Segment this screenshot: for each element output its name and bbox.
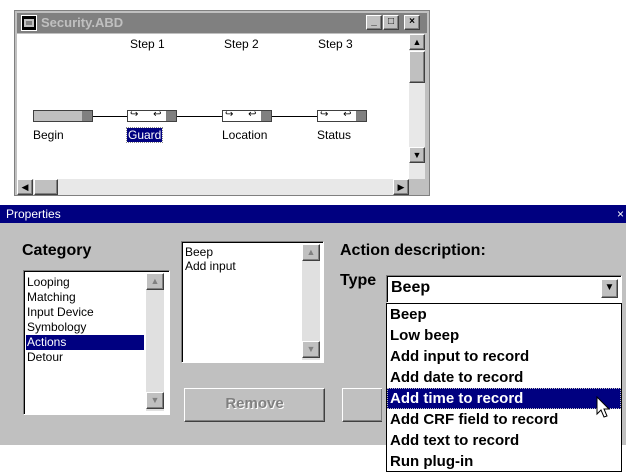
- step-header-1: Step 1: [130, 37, 165, 51]
- port-arrows-icon: ↪ ↩: [130, 109, 168, 120]
- node-label-status: Status: [317, 128, 352, 142]
- minimize-button[interactable]: _: [366, 15, 382, 30]
- close-icon[interactable]: ×: [617, 205, 624, 223]
- connector-line: [93, 116, 127, 117]
- step-header-3: Step 3: [318, 37, 353, 51]
- action-scrollbar[interactable]: ▲ ▼: [302, 244, 320, 360]
- properties-titlebar[interactable]: Properties ×: [0, 205, 626, 223]
- type-option[interactable]: Add text to record: [387, 430, 621, 451]
- node-guard[interactable]: ↪ ↩: [127, 109, 177, 122]
- type-option[interactable]: Run plug-in: [387, 451, 621, 472]
- type-option[interactable]: Add date to record: [387, 367, 621, 388]
- type-option[interactable]: Add input to record: [387, 346, 621, 367]
- category-item-actions[interactable]: Actions: [26, 335, 144, 350]
- flow-canvas[interactable]: Step 1 Step 2 Step 3 ↪ ↩ ↪ ↩ ↪ ↩ Begin G…: [17, 34, 409, 179]
- type-option[interactable]: Add CRF field to record: [387, 409, 621, 430]
- vertical-scrollbar[interactable]: ▲ ▼: [409, 34, 425, 179]
- scroll-up-icon[interactable]: ▲: [409, 34, 425, 50]
- type-select-value: Beep: [391, 279, 431, 296]
- scroll-down-icon[interactable]: ▼: [409, 147, 425, 163]
- scroll-right-icon[interactable]: ▶: [393, 179, 409, 195]
- horizontal-scrollbar[interactable]: ◀ ▶: [17, 179, 409, 195]
- type-dropdown-list[interactable]: Beep Low beep Add input to record Add da…: [386, 303, 622, 472]
- category-scrollbar[interactable]: ▲ ▼: [146, 273, 164, 411]
- scroll-thumb[interactable]: [34, 179, 58, 195]
- port-arrows-icon: ↪ ↩: [225, 109, 263, 120]
- connector-line: [177, 116, 222, 117]
- category-heading: Category: [22, 242, 92, 259]
- app-icon: [21, 15, 37, 31]
- resize-grip[interactable]: [409, 179, 425, 195]
- action-item-add-input[interactable]: Add input: [185, 259, 236, 273]
- node-location[interactable]: ↪ ↩: [222, 109, 272, 122]
- type-select[interactable]: Beep ▼: [386, 275, 622, 303]
- action-list[interactable]: Beep Add input ▲ ▼: [181, 241, 324, 363]
- scroll-up-icon[interactable]: ▲: [302, 244, 320, 261]
- category-item-input-device[interactable]: Input Device: [26, 305, 144, 320]
- window-titlebar[interactable]: Security.ABD _ □ ×: [17, 13, 427, 33]
- mouse-pointer-icon: [596, 395, 612, 420]
- scroll-down-icon[interactable]: ▼: [146, 392, 164, 409]
- node-status[interactable]: ↪ ↩: [317, 109, 367, 122]
- category-item-looping[interactable]: Looping: [26, 275, 144, 290]
- maximize-button[interactable]: □: [383, 15, 399, 30]
- node-begin[interactable]: [33, 110, 93, 122]
- node-label-location: Location: [222, 128, 268, 142]
- add-button[interactable]: [342, 388, 382, 422]
- port-arrows-icon: ↪ ↩: [320, 109, 358, 120]
- chevron-down-icon[interactable]: ▼: [601, 279, 618, 298]
- properties-title: Properties: [6, 207, 61, 221]
- type-option-highlighted[interactable]: Add time to record: [387, 388, 621, 409]
- remove-button[interactable]: Remove: [184, 388, 325, 422]
- close-button[interactable]: ×: [404, 15, 420, 30]
- scroll-up-icon[interactable]: ▲: [146, 273, 164, 290]
- action-item-beep[interactable]: Beep: [185, 245, 213, 259]
- category-list[interactable]: Looping Matching Input Device Symbology …: [23, 270, 170, 415]
- scroll-left-icon[interactable]: ◀: [17, 179, 33, 195]
- category-item-symbology[interactable]: Symbology: [26, 320, 144, 335]
- node-label-guard[interactable]: Guard: [125, 127, 164, 143]
- scroll-down-icon[interactable]: ▼: [302, 341, 320, 358]
- connector-line: [272, 116, 317, 117]
- type-label: Type: [340, 272, 377, 289]
- category-item-matching[interactable]: Matching: [26, 290, 144, 305]
- category-item-detour[interactable]: Detour: [26, 350, 144, 365]
- window-title: Security.ABD: [41, 15, 124, 30]
- action-description-label: Action description:: [340, 242, 486, 259]
- type-option[interactable]: Low beep: [387, 325, 621, 346]
- type-option[interactable]: Beep: [387, 304, 621, 325]
- node-label-begin: Begin: [33, 128, 64, 142]
- security-window: Security.ABD _ □ × Step 1 Step 2 Step 3 …: [14, 10, 430, 196]
- step-header-2: Step 2: [224, 37, 259, 51]
- scroll-thumb[interactable]: [409, 51, 425, 83]
